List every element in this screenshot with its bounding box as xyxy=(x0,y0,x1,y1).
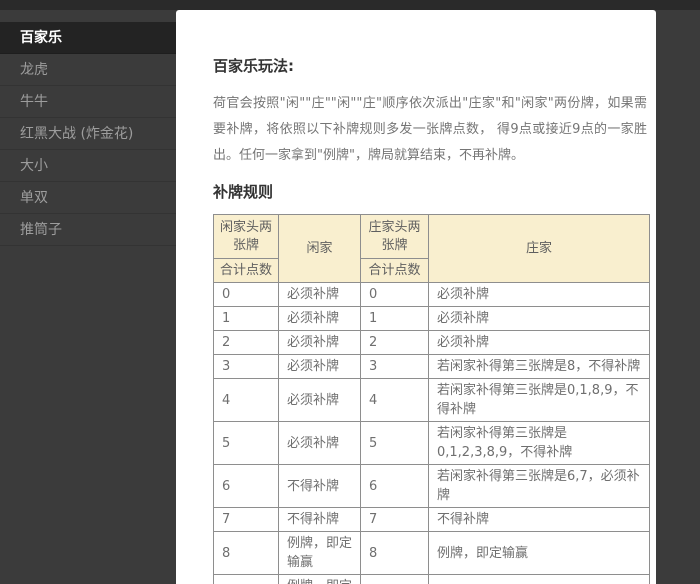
top-bar xyxy=(0,0,700,10)
cell-player-points: 0 xyxy=(214,283,279,307)
table-row: 9 例牌，即定输赢 9 例牌，即定输赢 xyxy=(214,575,650,584)
cell-player-points: 1 xyxy=(214,307,279,331)
cell-banker-rule: 例牌，即定输赢 xyxy=(429,532,650,575)
header-player: 闲家 xyxy=(279,215,361,283)
sidebar-item-tuitongzi[interactable]: 推筒子 xyxy=(0,214,176,246)
cell-player-rule: 必须补牌 xyxy=(279,379,361,422)
cell-player-points: 8 xyxy=(214,532,279,575)
sidebar-item-danshuang[interactable]: 单双 xyxy=(0,182,176,214)
cell-banker-points: 8 xyxy=(361,532,429,575)
cell-banker-points: 2 xyxy=(361,331,429,355)
table-row: 0 必须补牌 0 必须补牌 xyxy=(214,283,650,307)
header-banker-total: 合计点数 xyxy=(361,259,429,283)
header-banker-first-two: 庄家头两张牌 xyxy=(361,215,429,259)
cell-banker-points: 1 xyxy=(361,307,429,331)
draw-rules-table: 闲家头两张牌 闲家 庄家头两张牌 庄家 合计点数 合计点数 0 必须补牌 0 必… xyxy=(213,214,650,584)
cell-player-points: 6 xyxy=(214,465,279,508)
table-row: 8 例牌，即定输赢 8 例牌，即定输赢 xyxy=(214,532,650,575)
cell-banker-points: 3 xyxy=(361,355,429,379)
sidebar-item-daxiao[interactable]: 大小 xyxy=(0,150,176,182)
page-title: 百家乐玩法: xyxy=(213,55,650,76)
cell-player-rule: 不得补牌 xyxy=(279,508,361,532)
cell-banker-points: 9 xyxy=(361,575,429,584)
table-row: 5 必须补牌 5 若闲家补得第三张牌是0,1,2,3,8,9，不得补牌 xyxy=(214,422,650,465)
cell-player-points: 9 xyxy=(214,575,279,584)
cell-player-rule: 必须补牌 xyxy=(279,283,361,307)
header-banker: 庄家 xyxy=(429,215,650,283)
cell-banker-rule: 必须补牌 xyxy=(429,283,650,307)
cell-banker-rule: 不得补牌 xyxy=(429,508,650,532)
cell-player-rule: 必须补牌 xyxy=(279,307,361,331)
cell-player-rule: 必须补牌 xyxy=(279,355,361,379)
content-panel: 百家乐玩法: 荷官会按照"闲""庄""闲""庄"顺序依次派出"庄家"和"闲家"两… xyxy=(176,10,656,584)
header-player-first-two: 闲家头两张牌 xyxy=(214,215,279,259)
cell-banker-points: 5 xyxy=(361,422,429,465)
cell-player-rule: 必须补牌 xyxy=(279,422,361,465)
cell-banker-points: 7 xyxy=(361,508,429,532)
table-row: 2 必须补牌 2 必须补牌 xyxy=(214,331,650,355)
cell-player-points: 5 xyxy=(214,422,279,465)
cell-banker-points: 0 xyxy=(361,283,429,307)
cell-player-points: 7 xyxy=(214,508,279,532)
cell-banker-rule: 若闲家补得第三张牌是0,1,8,9，不得补牌 xyxy=(429,379,650,422)
table-row: 4 必须补牌 4 若闲家补得第三张牌是0,1,8,9，不得补牌 xyxy=(214,379,650,422)
cell-player-rule: 不得补牌 xyxy=(279,465,361,508)
table-row: 3 必须补牌 3 若闲家补得第三张牌是8，不得补牌 xyxy=(214,355,650,379)
cell-player-rule: 必须补牌 xyxy=(279,331,361,355)
cell-banker-points: 6 xyxy=(361,465,429,508)
cell-player-rule: 例牌，即定输赢 xyxy=(279,532,361,575)
sidebar-item-niuniu[interactable]: 牛牛 xyxy=(0,86,176,118)
section-title-draw-rules: 补牌规则 xyxy=(213,181,650,202)
table-row: 6 不得补牌 6 若闲家补得第三张牌是6,7，必须补牌 xyxy=(214,465,650,508)
sidebar-item-longhu[interactable]: 龙虎 xyxy=(0,54,176,86)
cell-banker-rule: 例牌，即定输赢 xyxy=(429,575,650,584)
game-sidebar: 百家乐 龙虎 牛牛 红黑大战 (炸金花) 大小 单双 推筒子 xyxy=(0,10,176,246)
header-player-total: 合计点数 xyxy=(214,259,279,283)
sidebar-item-hongheidazhan[interactable]: 红黑大战 (炸金花) xyxy=(0,118,176,150)
cell-banker-rule: 必须补牌 xyxy=(429,307,650,331)
cell-player-points: 3 xyxy=(214,355,279,379)
cell-banker-rule: 若闲家补得第三张牌是6,7，必须补牌 xyxy=(429,465,650,508)
cell-player-points: 4 xyxy=(214,379,279,422)
cell-player-points: 2 xyxy=(214,331,279,355)
cell-banker-rule: 若闲家补得第三张牌是8，不得补牌 xyxy=(429,355,650,379)
cell-banker-points: 4 xyxy=(361,379,429,422)
table-row: 7 不得补牌 7 不得补牌 xyxy=(214,508,650,532)
cell-player-rule: 例牌，即定输赢 xyxy=(279,575,361,584)
cell-banker-rule: 必须补牌 xyxy=(429,331,650,355)
rules-intro-paragraph: 荷官会按照"闲""庄""闲""庄"顺序依次派出"庄家"和"闲家"两份牌，如果需要… xyxy=(213,91,647,169)
sidebar-item-baijiale[interactable]: 百家乐 xyxy=(0,22,176,54)
table-header-row: 闲家头两张牌 闲家 庄家头两张牌 庄家 xyxy=(214,215,650,259)
cell-banker-rule: 若闲家补得第三张牌是0,1,2,3,8,9，不得补牌 xyxy=(429,422,650,465)
table-row: 1 必须补牌 1 必须补牌 xyxy=(214,307,650,331)
